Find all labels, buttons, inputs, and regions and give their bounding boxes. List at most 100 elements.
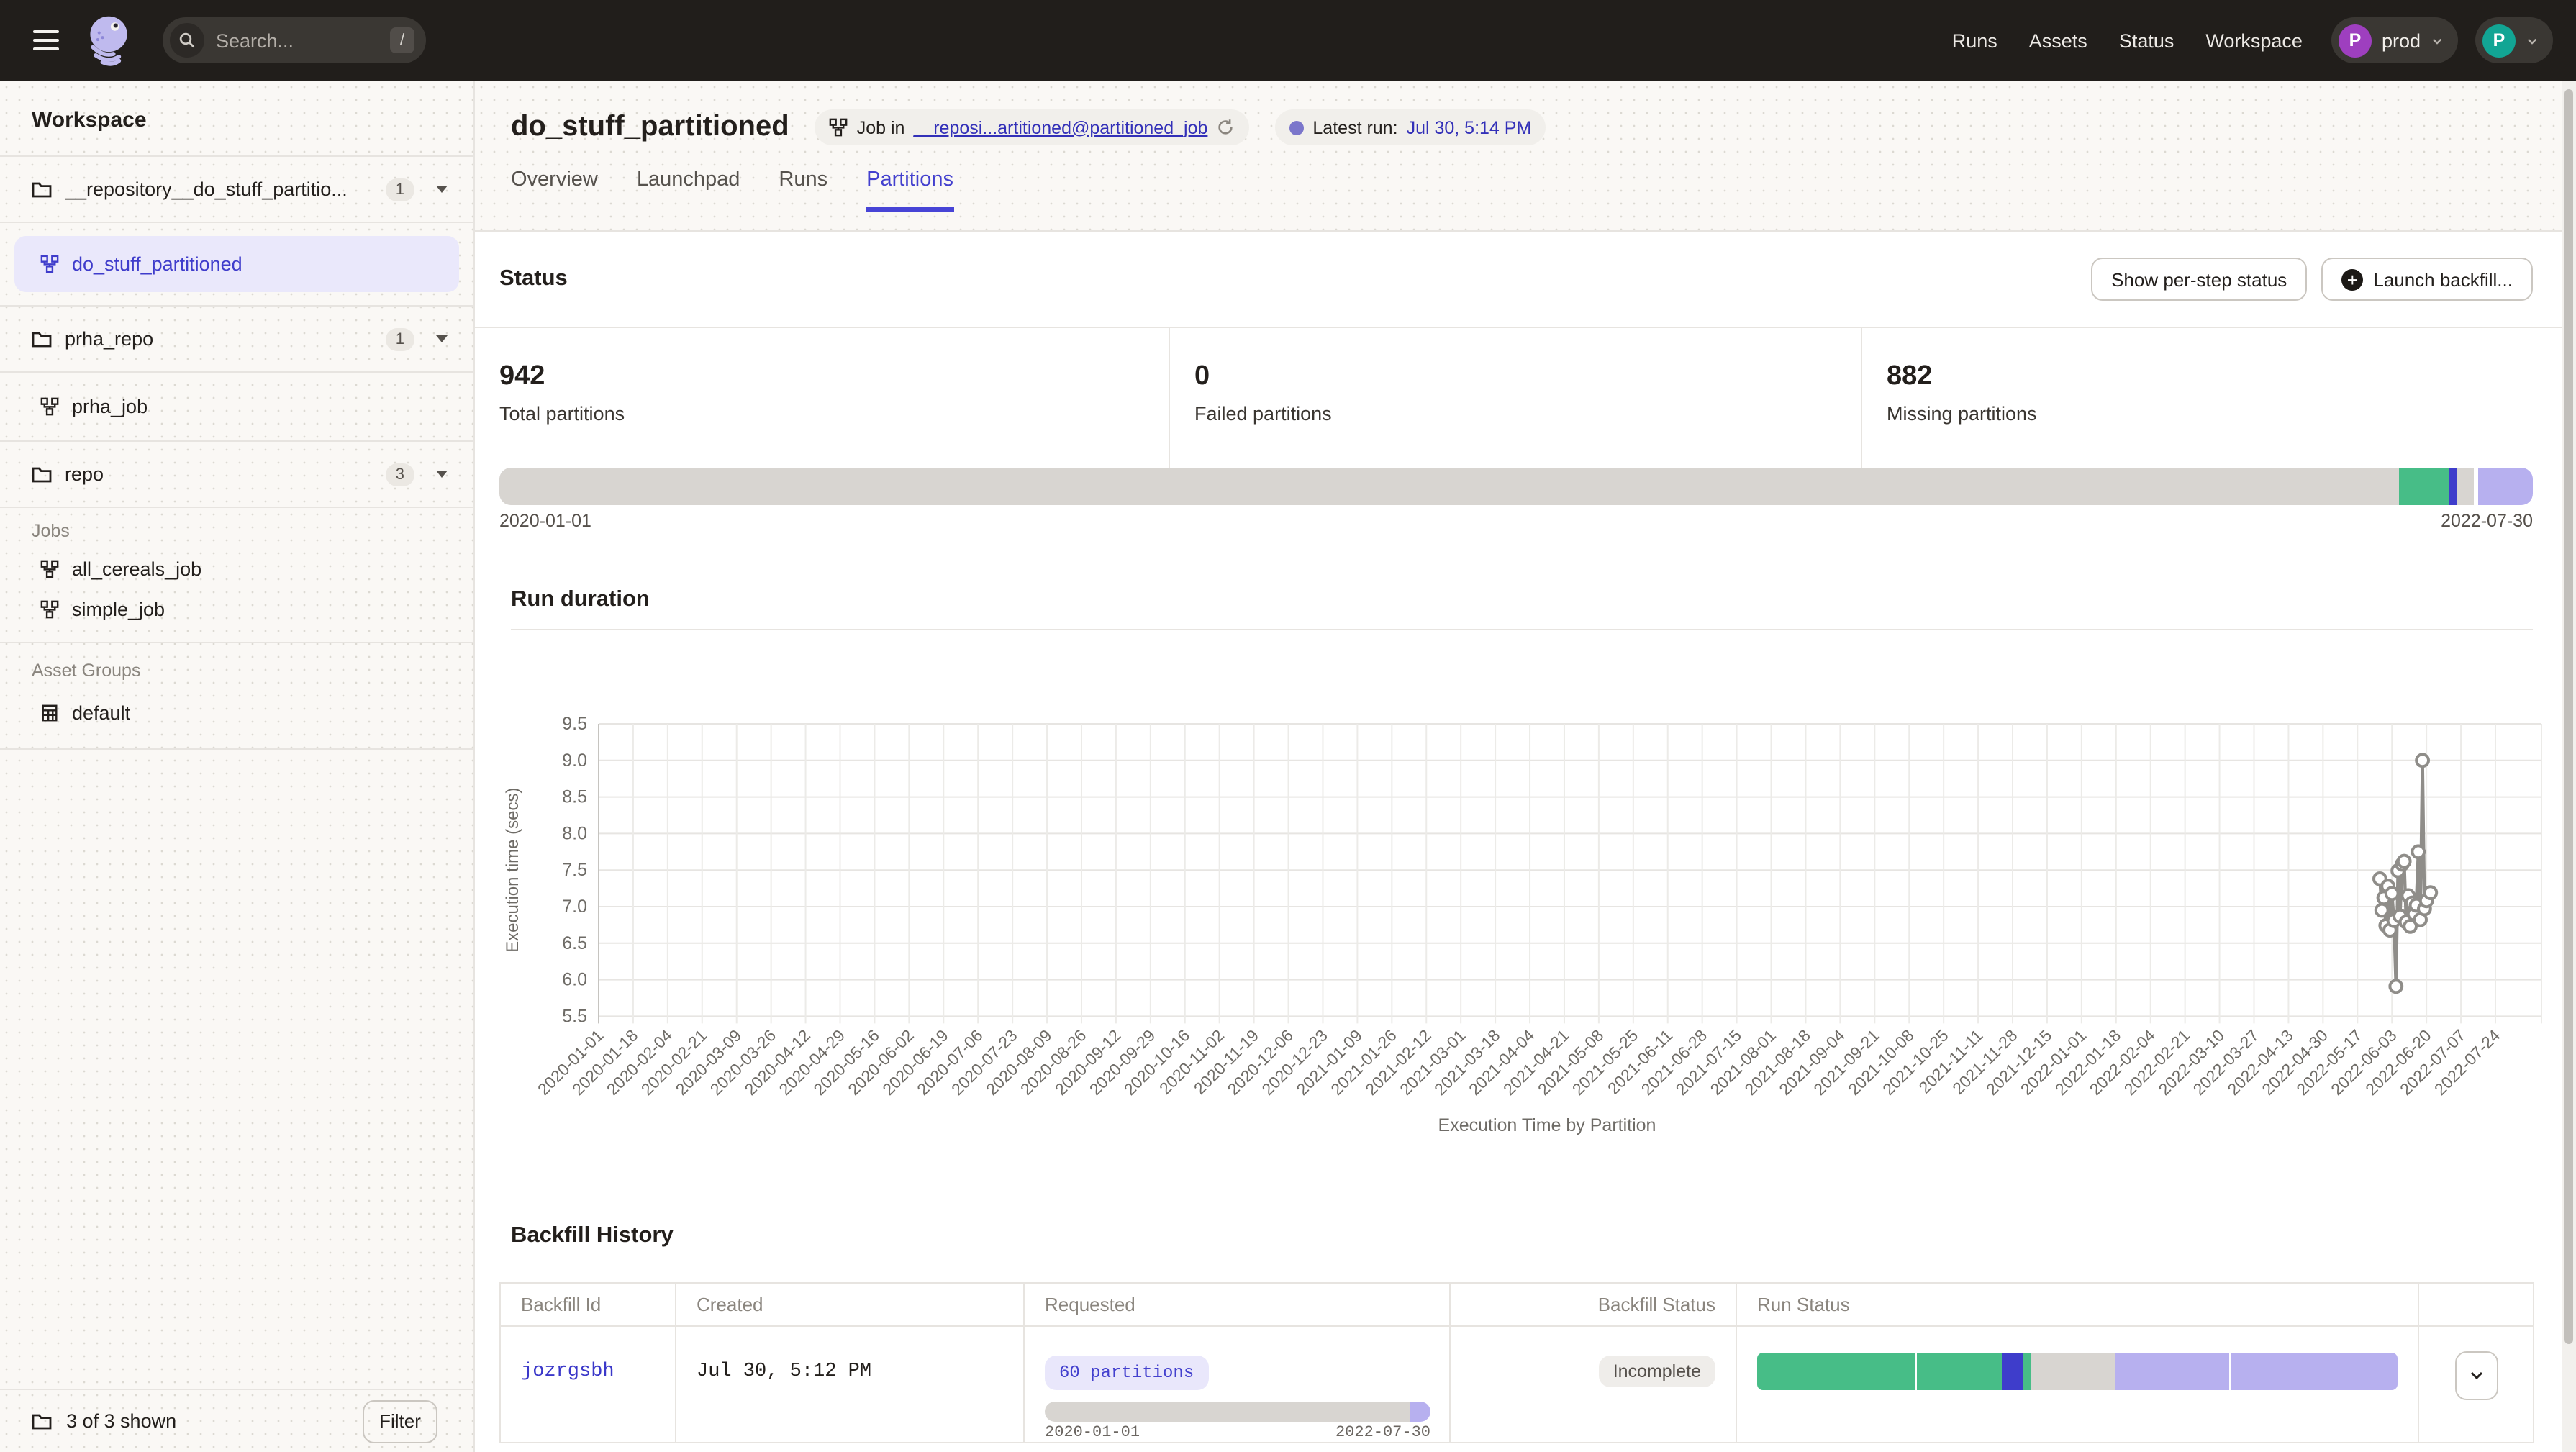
tab-bar: Overview Launchpad Runs Partitions: [511, 168, 2533, 212]
y-axis-title: Execution time (secs): [503, 787, 522, 952]
top-nav-link-status[interactable]: Status: [2119, 30, 2174, 51]
tab-overview[interactable]: Overview: [511, 168, 598, 212]
repository-link[interactable]: __reposi...artitioned@partitioned_job: [913, 117, 1207, 137]
bar-segment: [2449, 468, 2457, 505]
y-tick-label: 6.5: [562, 933, 587, 953]
data-point-marker: [2390, 980, 2402, 992]
count-value: 0: [1194, 361, 1861, 393]
sidebar-repo-row[interactable]: __repository__do_stuff_partitio... 1: [0, 155, 473, 223]
hamburger-menu-icon[interactable]: [33, 30, 59, 50]
sidebar-item-do_stuff_partitioned[interactable]: do_stuff_partitioned: [14, 236, 459, 292]
bar-segment: [1045, 1402, 1410, 1422]
user-menu[interactable]: P: [2475, 17, 2553, 63]
partition-status-bar[interactable]: [499, 468, 2533, 505]
chevron-down-icon: [2526, 34, 2539, 47]
column-header-run-status: Run Status: [1736, 1283, 2418, 1326]
caret-down-icon[interactable]: [436, 471, 448, 478]
chevron-down-icon: [2467, 1367, 2485, 1384]
data-point-marker: [2398, 856, 2411, 868]
requested-range-end: 2022-07-30: [1335, 1425, 1430, 1442]
job-location-tag: Job in __reposi...artitioned@partitioned…: [815, 109, 1250, 145]
run-duration-chart: 9.59.08.58.07.57.06.56.05.52020-01-01202…: [475, 649, 2576, 1160]
tab-partitions[interactable]: Partitions: [866, 168, 953, 212]
dagster-logo-icon[interactable]: [82, 13, 137, 68]
backfill-id-link[interactable]: jozrgsbh: [521, 1361, 614, 1383]
column-header-actions: [2418, 1283, 2534, 1326]
requested-partitions-chip[interactable]: 60 partitions: [1045, 1356, 1208, 1390]
job-item-label: simple_job: [72, 598, 165, 620]
repos-shown-count: 3 of 3 shown: [66, 1410, 176, 1432]
scrollbar-thumb[interactable]: [2564, 89, 2573, 1344]
folder-icon: [32, 466, 52, 483]
page-title: do_stuff_partitioned: [511, 111, 789, 144]
folder-icon: [32, 181, 52, 198]
run-status-bar[interactable]: [1757, 1353, 2398, 1390]
reload-icon[interactable]: [1216, 118, 1235, 137]
status-heading: Status: [499, 266, 568, 292]
partition-range-end: 2022-07-30: [2441, 511, 2533, 531]
divider: [0, 748, 473, 750]
launch-backfill-button[interactable]: + Launch backfill...: [2321, 258, 2533, 301]
caret-down-icon[interactable]: [436, 335, 448, 342]
requested-partitions-bar: [1045, 1402, 1430, 1422]
column-header-backfill-id: Backfill Id: [500, 1283, 676, 1326]
plus-icon: +: [2341, 268, 2363, 290]
sidebar-repo-label: repo: [65, 463, 373, 485]
sidebar-repo-row[interactable]: repo3: [0, 440, 473, 508]
asset-groups-section-label: Asset Groups: [0, 661, 473, 681]
scrollbar-track[interactable]: [2562, 81, 2576, 1452]
backfill-status-tag: Incomplete: [1599, 1356, 1715, 1387]
chevron-down-icon: [2431, 34, 2444, 47]
backfill-created: Jul 30, 5:12 PM: [697, 1361, 871, 1383]
latest-run-link[interactable]: Jul 30, 5:14 PM: [1407, 117, 1532, 137]
expand-row-button[interactable]: [2454, 1351, 2498, 1400]
sidebar-item-simple_job[interactable]: simple_job: [0, 589, 473, 629]
y-tick-label: 8.5: [562, 787, 587, 807]
partition-range-start: 2020-01-01: [499, 511, 591, 531]
run-duration-line: [2380, 761, 2430, 986]
show-per-step-status-button[interactable]: Show per-step status: [2091, 258, 2307, 301]
sidebar-item-default[interactable]: default: [0, 692, 473, 732]
search-input[interactable]: Search... /: [163, 17, 426, 63]
search-icon: [170, 23, 204, 58]
bar-segment: [1917, 1353, 2001, 1390]
folder-icon: [32, 330, 52, 348]
sidebar-item-prha_job[interactable]: prha_job: [0, 373, 473, 440]
top-navigation-bar: Search... / Runs Assets Status Workspace P …: [0, 0, 2576, 81]
x-axis-title: Execution Time by Partition: [1438, 1115, 1656, 1135]
bar-segment: [2478, 468, 2533, 505]
bar-segment: [2001, 1353, 2023, 1390]
top-nav-link-assets[interactable]: Assets: [2029, 30, 2087, 51]
page-header: do_stuff_partitioned Job in __reposi...a…: [475, 81, 2576, 232]
job-item-label: all_cereals_job: [72, 558, 201, 579]
top-nav-link-runs[interactable]: Runs: [1952, 30, 1997, 51]
latest-run-tag: Latest run: Jul 30, 5:14 PM: [1275, 109, 1546, 145]
job-in-label: Job in: [857, 117, 905, 137]
asset-groups-list: default: [0, 692, 473, 732]
data-point-marker: [2424, 886, 2436, 899]
y-tick-label: 7.5: [562, 860, 587, 880]
caret-down-icon[interactable]: [436, 186, 448, 193]
partition-counts: 942Total partitions0Failed partitions882…: [475, 328, 2576, 468]
count-label: Failed partitions: [1194, 403, 1861, 425]
sidebar-repo-row[interactable]: prha_repo1: [0, 305, 473, 373]
filter-button[interactable]: Filter: [363, 1399, 437, 1443]
tab-launchpad[interactable]: Launchpad: [637, 168, 740, 212]
latest-run-label: Latest run:: [1312, 117, 1397, 137]
table-row: jozrgsbh Jul 30, 5:12 PM 60 partitions 2…: [500, 1326, 2534, 1443]
repo-count-badge: 1: [386, 178, 414, 201]
top-nav-link-workspace[interactable]: Workspace: [2205, 30, 2303, 51]
user-avatar: P: [2482, 24, 2516, 57]
job-icon: [40, 255, 59, 273]
y-tick-label: 9.5: [562, 714, 587, 734]
job-icon: [40, 599, 59, 618]
deployment-switcher[interactable]: P prod: [2331, 17, 2458, 63]
tab-runs[interactable]: Runs: [779, 168, 827, 212]
requested-range-start: 2020-01-01: [1045, 1425, 1140, 1442]
sidebar-item-all_cereals_job[interactable]: all_cereals_job: [0, 548, 473, 589]
sidebar-job-label: do_stuff_partitioned: [72, 253, 242, 275]
sidebar-repo-label: __repository__do_stuff_partitio...: [65, 178, 373, 200]
sidebar-job-area: do_stuff_partitioned: [0, 223, 473, 305]
partition-count: 942Total partitions: [475, 328, 1169, 468]
sidebar-title: Workspace: [0, 81, 473, 155]
